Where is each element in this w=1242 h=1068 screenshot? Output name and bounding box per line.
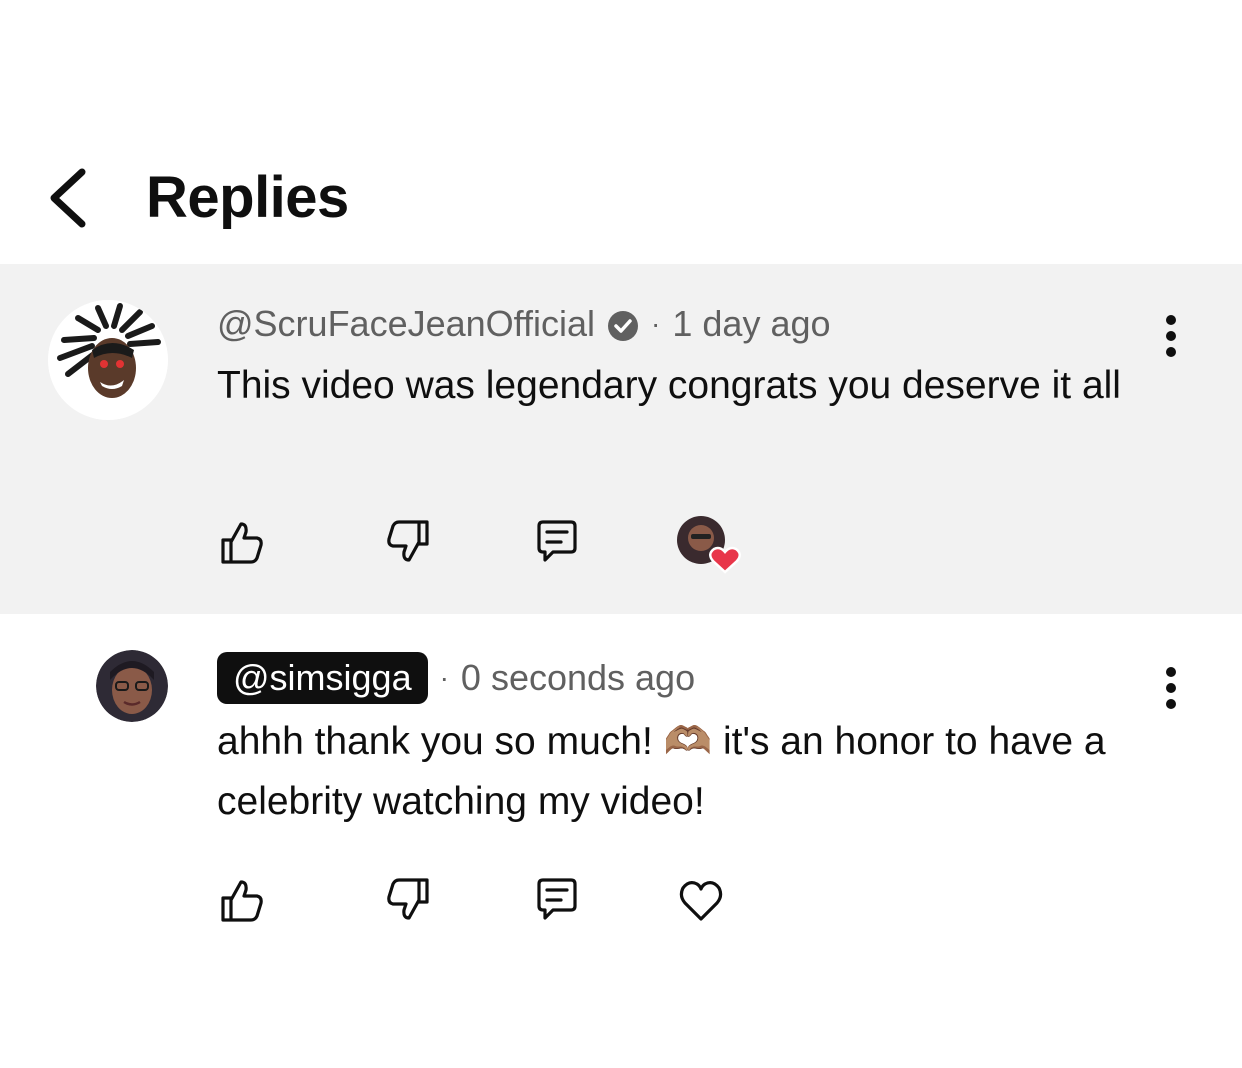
reply-icon xyxy=(537,878,577,920)
like-button[interactable] xyxy=(217,518,265,566)
comment-actions xyxy=(217,516,777,578)
thumbs-down-icon xyxy=(387,878,429,920)
like-button[interactable] xyxy=(217,876,265,924)
meta-separator: · xyxy=(439,662,449,693)
comment-actions xyxy=(217,876,777,936)
avatar[interactable] xyxy=(96,650,168,722)
comment-timestamp: 1 day ago xyxy=(672,303,831,344)
thumbs-down-icon xyxy=(387,520,429,562)
avatar[interactable] xyxy=(48,300,168,420)
comment-meta: @ScruFaceJeanOfficial · 1 day ago xyxy=(217,302,831,346)
more-options-button[interactable] xyxy=(1156,666,1186,710)
dislike-button[interactable] xyxy=(385,876,433,924)
thumbs-up-icon xyxy=(221,880,263,922)
comment-author-owner-chip[interactable]: @simsigga xyxy=(217,652,428,704)
comment-timestamp: 0 seconds ago xyxy=(460,657,696,698)
reply-button[interactable] xyxy=(533,518,581,566)
comment-reply: @simsigga · 0 seconds ago ahhh thank you… xyxy=(0,614,1242,974)
reply-button[interactable] xyxy=(533,876,581,924)
comment-author[interactable]: @ScruFaceJeanOfficial xyxy=(217,302,595,346)
heart-icon xyxy=(679,881,723,921)
heart-button[interactable] xyxy=(677,876,725,924)
more-vertical-icon xyxy=(1166,315,1176,357)
reply-icon xyxy=(537,520,577,562)
replies-header: Replies xyxy=(0,140,1242,260)
more-vertical-icon xyxy=(1166,667,1176,709)
meta-separator: · xyxy=(651,308,661,339)
chevron-left-icon xyxy=(50,168,86,228)
back-button[interactable] xyxy=(44,166,94,230)
verified-check-icon xyxy=(607,308,639,341)
comment-text: This video was legendary congrats you de… xyxy=(217,364,1121,407)
creator-heart-badge[interactable] xyxy=(677,516,747,576)
page-title: Replies xyxy=(146,165,349,230)
dislike-button[interactable] xyxy=(385,518,433,566)
thumbs-up-icon xyxy=(221,522,263,564)
more-options-button[interactable] xyxy=(1156,314,1186,358)
comment-meta: @simsigga · 0 seconds ago xyxy=(217,652,695,704)
comment-text: ahhh thank you so much! 🫶🏽 it's an honor… xyxy=(217,720,1106,823)
comment-highlighted: @ScruFaceJeanOfficial · 1 day ago This v… xyxy=(0,264,1242,614)
